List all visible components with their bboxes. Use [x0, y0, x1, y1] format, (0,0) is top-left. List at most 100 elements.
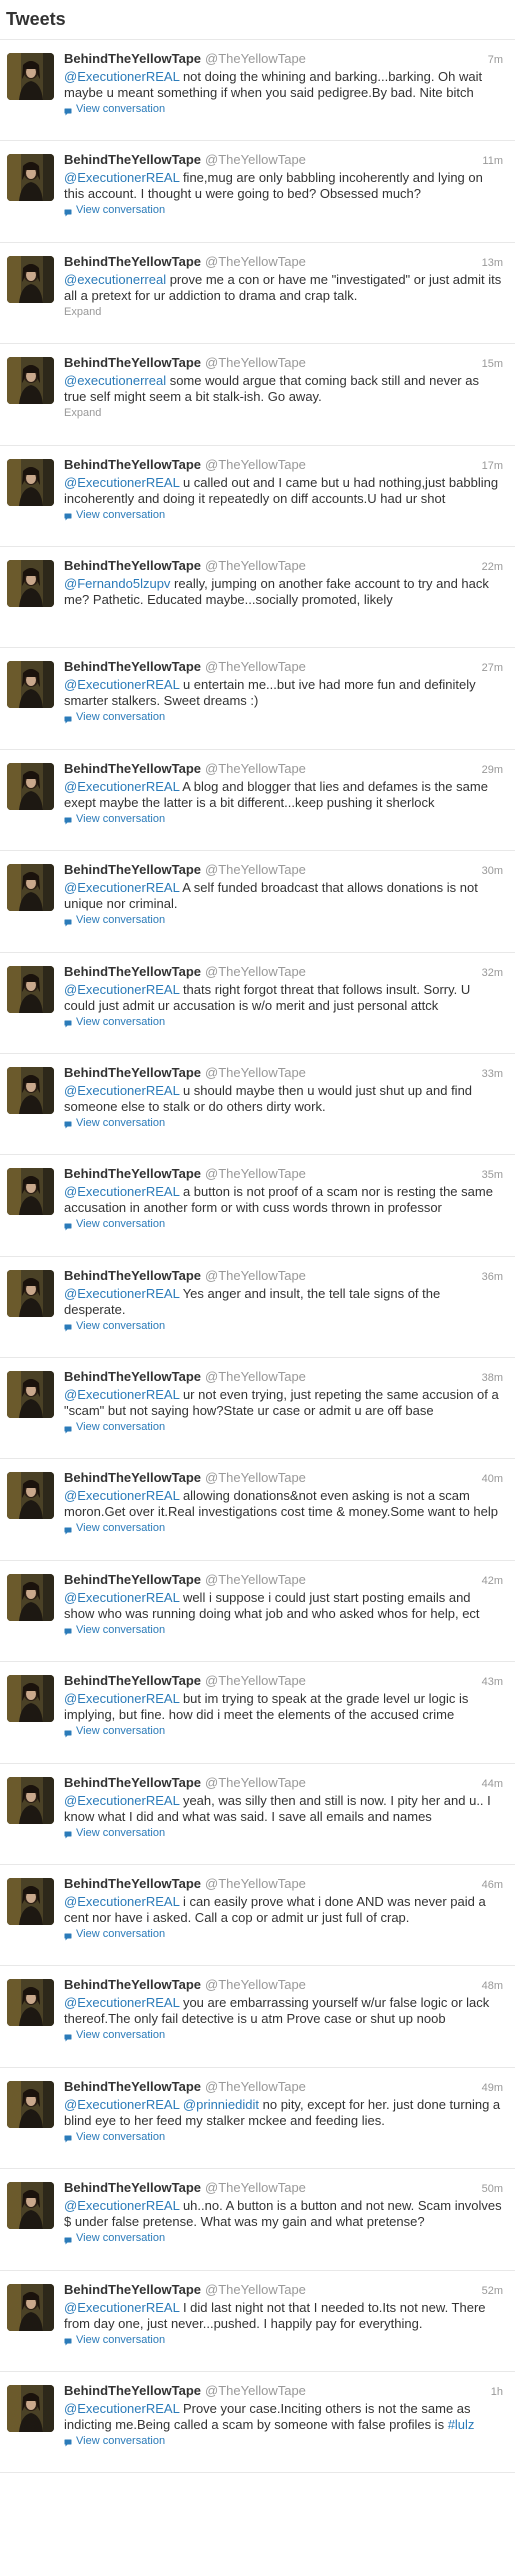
- tweet-author-handle[interactable]: @TheYellowTape: [205, 1775, 306, 1791]
- tweet-item[interactable]: BehindTheYellowTape @TheYellowTape 7m @Exec…: [0, 40, 515, 142]
- tweet-author-name[interactable]: BehindTheYellowTape: [64, 457, 201, 473]
- view-conversation-link[interactable]: View conversation: [64, 2028, 503, 2043]
- tweet-author-name[interactable]: BehindTheYellowTape: [64, 152, 201, 168]
- avatar[interactable]: [7, 762, 54, 810]
- tweet-author-handle[interactable]: @TheYellowTape: [205, 1065, 306, 1081]
- tweet-item[interactable]: BehindTheYellowTape @TheYellowTape 49m @Exe…: [0, 2068, 515, 2170]
- tweet-item[interactable]: BehindTheYellowTape @TheYellowTape 48m @Exe…: [0, 1966, 515, 2068]
- avatar[interactable]: [7, 559, 54, 607]
- avatar[interactable]: [7, 1269, 54, 1317]
- view-conversation-link[interactable]: View conversation: [64, 1623, 503, 1638]
- tweet-author-name[interactable]: BehindTheYellowTape: [64, 51, 201, 67]
- tweet-timestamp[interactable]: 35m: [482, 1167, 503, 1183]
- tweet-mention[interactable]: @ExecutionerREAL: [64, 1286, 179, 1301]
- tweet-timestamp[interactable]: 17m: [482, 458, 503, 474]
- view-conversation-link[interactable]: View conversation: [64, 2231, 503, 2246]
- avatar[interactable]: [7, 1979, 54, 2027]
- tweet-mention[interactable]: @ExecutionerREAL: [64, 1184, 179, 1199]
- tweet-timestamp[interactable]: 27m: [482, 660, 503, 676]
- view-conversation-link[interactable]: View conversation: [64, 1217, 503, 1232]
- avatar[interactable]: [7, 458, 54, 506]
- tweet-item[interactable]: BehindTheYellowTape @TheYellowTape 36m @Exe…: [0, 1257, 515, 1359]
- tweet-author-handle[interactable]: @TheYellowTape: [205, 457, 306, 473]
- tweet-author-name[interactable]: BehindTheYellowTape: [64, 254, 201, 270]
- tweet-author-name[interactable]: BehindTheYellowTape: [64, 2079, 201, 2095]
- tweet-timestamp[interactable]: 11m: [482, 153, 503, 169]
- tweet-timestamp[interactable]: 48m: [482, 1978, 503, 1994]
- tweet-mention[interactable]: @ExecutionerREAL: [64, 1083, 179, 1098]
- tweet-author-name[interactable]: BehindTheYellowTape: [64, 2180, 201, 2196]
- tweet-timestamp[interactable]: 42m: [482, 1573, 503, 1589]
- view-conversation-link[interactable]: View conversation: [64, 1420, 503, 1435]
- tweet-author-name[interactable]: BehindTheYellowTape: [64, 1876, 201, 1892]
- tweet-author-name[interactable]: BehindTheYellowTape: [64, 1470, 201, 1486]
- avatar[interactable]: [7, 2080, 54, 2128]
- avatar[interactable]: [7, 864, 54, 912]
- view-conversation-link[interactable]: View conversation: [64, 1116, 503, 1131]
- tweet-mention[interactable]: @ExecutionerREAL: [64, 1590, 179, 1605]
- tweet-timestamp[interactable]: 13m: [482, 255, 503, 271]
- avatar[interactable]: [7, 53, 54, 100]
- tweet-item[interactable]: BehindTheYellowTape @TheYellowTape 13m @exe…: [0, 243, 515, 345]
- tweet-mention[interactable]: @executionerreal: [64, 373, 166, 388]
- view-conversation-link[interactable]: View conversation: [64, 812, 503, 827]
- tweet-timestamp[interactable]: 44m: [482, 1776, 503, 1792]
- avatar[interactable]: [7, 357, 54, 405]
- view-conversation-link[interactable]: View conversation: [64, 2130, 503, 2145]
- tweet-item[interactable]: BehindTheYellowTape @TheYellowTape 22m @Fer…: [0, 547, 515, 649]
- tweet-author-handle[interactable]: @TheYellowTape: [205, 1673, 306, 1689]
- tweet-item[interactable]: BehindTheYellowTape @TheYellowTape 29m @Exe…: [0, 750, 515, 852]
- tweet-author-handle[interactable]: @TheYellowTape: [205, 1470, 306, 1486]
- tweet-item[interactable]: BehindTheYellowTape @TheYellowTape 44m @Exe…: [0, 1764, 515, 1866]
- tweet-timestamp[interactable]: 43m: [482, 1674, 503, 1690]
- avatar[interactable]: [7, 2384, 54, 2432]
- tweet-timestamp[interactable]: 1h: [491, 2384, 503, 2400]
- tweet-mention[interactable]: @ExecutionerREAL: [64, 1793, 179, 1808]
- tweet-timestamp[interactable]: 40m: [482, 1471, 503, 1487]
- tweet-mention[interactable]: @ExecutionerREAL: [64, 2300, 179, 2315]
- tweet-author-name[interactable]: BehindTheYellowTape: [64, 1775, 201, 1791]
- tweet-timestamp[interactable]: 46m: [482, 1877, 503, 1893]
- avatar[interactable]: [7, 1066, 54, 1114]
- tweet-author-name[interactable]: BehindTheYellowTape: [64, 1673, 201, 1689]
- avatar[interactable]: [7, 1371, 54, 1419]
- tweet-author-handle[interactable]: @TheYellowTape: [205, 761, 306, 777]
- tweet-timestamp[interactable]: 22m: [482, 559, 503, 575]
- view-conversation-link[interactable]: View conversation: [64, 102, 503, 117]
- tweet-mention[interactable]: @ExecutionerREAL: [64, 1995, 179, 2010]
- tweet-author-handle[interactable]: @TheYellowTape: [205, 862, 306, 878]
- tweet-author-name[interactable]: BehindTheYellowTape: [64, 2383, 201, 2399]
- tweet-timestamp[interactable]: 29m: [482, 762, 503, 778]
- tweet-item[interactable]: BehindTheYellowTape @TheYellowTape 15m @exe…: [0, 344, 515, 446]
- avatar[interactable]: [7, 661, 54, 709]
- view-conversation-link[interactable]: View conversation: [64, 1724, 503, 1739]
- avatar[interactable]: [7, 255, 54, 303]
- avatar[interactable]: [7, 1472, 54, 1520]
- expand-link[interactable]: Expand: [64, 305, 503, 320]
- tweet-author-handle[interactable]: @TheYellowTape: [205, 355, 306, 371]
- avatar[interactable]: [7, 2283, 54, 2331]
- tweet-author-name[interactable]: BehindTheYellowTape: [64, 1369, 201, 1385]
- tweet-item[interactable]: BehindTheYellowTape @TheYellowTape 43m @Exe…: [0, 1662, 515, 1764]
- tweet-timestamp[interactable]: 7m: [488, 52, 503, 68]
- view-conversation-link[interactable]: View conversation: [64, 1521, 503, 1536]
- tweet-mention[interactable]: @ExecutionerREAL: [64, 779, 179, 794]
- view-conversation-link[interactable]: View conversation: [64, 710, 503, 725]
- tweet-mention[interactable]: @ExecutionerREAL: [64, 1894, 179, 1909]
- tweet-mention[interactable]: @ExecutionerREAL: [64, 475, 179, 490]
- tweet-author-handle[interactable]: @TheYellowTape: [205, 1166, 306, 1182]
- tweet-author-name[interactable]: BehindTheYellowTape: [64, 558, 201, 574]
- tweet-item[interactable]: BehindTheYellowTape @TheYellowTape 17m @Exe…: [0, 446, 515, 547]
- tweet-hashtag[interactable]: #lulz: [448, 2417, 475, 2432]
- tweet-mention[interactable]: @ExecutionerREAL: [64, 2401, 179, 2416]
- view-conversation-link[interactable]: View conversation: [64, 913, 503, 928]
- avatar[interactable]: [7, 154, 54, 202]
- tweet-mention[interactable]: @ExecutionerREAL: [64, 880, 179, 895]
- tweet-author-handle[interactable]: @TheYellowTape: [205, 254, 306, 270]
- tweet-mention[interactable]: @ExecutionerREAL: [64, 2198, 179, 2213]
- tweet-author-name[interactable]: BehindTheYellowTape: [64, 1977, 201, 1993]
- tweet-mention[interactable]: @ExecutionerREAL: [64, 1387, 179, 1402]
- tweet-item[interactable]: BehindTheYellowTape @TheYellowTape 38m @Exe…: [0, 1358, 515, 1460]
- tweet-author-handle[interactable]: @TheYellowTape: [205, 2383, 306, 2399]
- avatar[interactable]: [7, 1878, 54, 1926]
